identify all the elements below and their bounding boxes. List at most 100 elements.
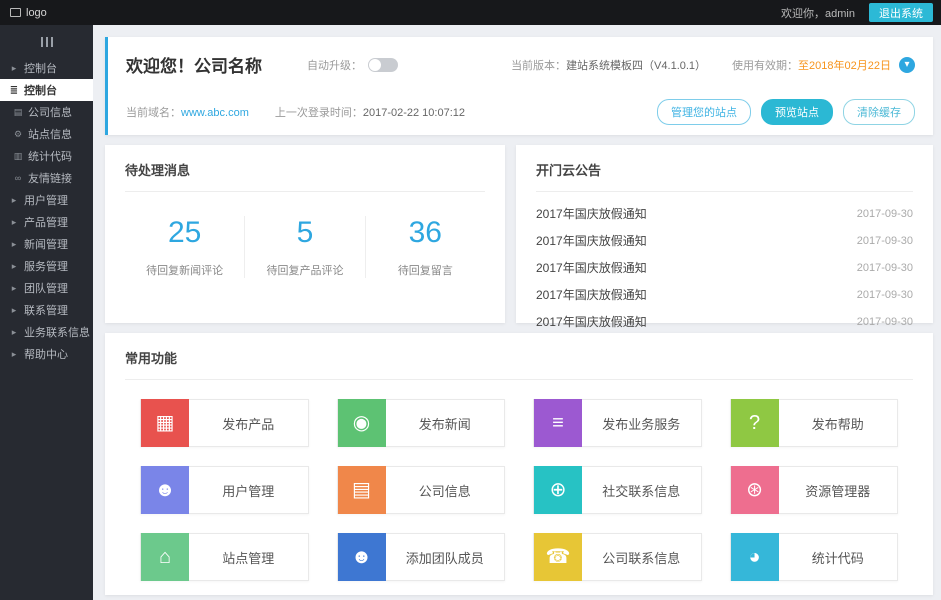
announcement-item[interactable]: 2017年国庆放假通知 2017-09-30 bbox=[536, 254, 913, 281]
announcement-item[interactable]: 2017年国庆放假通知 2017-09-30 bbox=[536, 308, 913, 335]
logo-text: logo bbox=[26, 6, 47, 19]
sidebar-item-label: 控制台 bbox=[24, 63, 57, 75]
tile-publish-help[interactable]: ? 发布帮助 bbox=[729, 399, 898, 447]
announcement-item[interactable]: 2017年国庆放假通知 2017-09-30 bbox=[536, 281, 913, 308]
sidebar-item-label: 产品管理 bbox=[24, 217, 68, 229]
tile-label: 资源管理器 bbox=[805, 483, 871, 499]
sidebar-item-team-management[interactable]: ▸ 团队管理 bbox=[0, 277, 93, 299]
tile-label: 发布帮助 bbox=[811, 416, 864, 432]
site-manage-icon: ⌂ bbox=[141, 533, 189, 581]
tile-social-contact[interactable]: ⊕ 社交联系信息 bbox=[533, 466, 702, 514]
sidebar-item-site-info[interactable]: ⚙ 站点信息 bbox=[0, 123, 93, 145]
validity-label: 使用有效期： bbox=[732, 59, 799, 72]
tile-label: 统计代码 bbox=[811, 550, 864, 566]
topbar: logo 欢迎你，admin 退出系统 bbox=[0, 0, 941, 25]
announcement-date: 2017-09-30 bbox=[856, 234, 913, 247]
announcement-item[interactable]: 2017年国庆放假通知 2017-09-30 bbox=[536, 227, 913, 254]
chevron-right-icon: ▸ bbox=[11, 304, 17, 315]
stat-news-comments: 25 待回复新闻评论 bbox=[125, 216, 244, 278]
sidebar-item-friend-links[interactable]: ∞ 友情链接 bbox=[0, 167, 93, 189]
chevron-right-icon: ▸ bbox=[11, 282, 17, 293]
tile-label: 公司联系信息 bbox=[602, 550, 681, 566]
globe-icon: ⊕ bbox=[534, 466, 582, 514]
domain-link[interactable]: www.abc.com bbox=[181, 107, 249, 119]
version-label: 当前版本： bbox=[511, 59, 567, 72]
sidebar-item-label: 联系管理 bbox=[24, 305, 68, 317]
pending-messages-card: 待处理消息 25 待回复新闻评论 5 待回复产品评论 36 待回复留言 bbox=[105, 145, 505, 323]
building-icon: ▤ bbox=[337, 466, 386, 514]
pending-stats: 25 待回复新闻评论 5 待回复产品评论 36 待回复留言 bbox=[125, 216, 485, 278]
announcement-text: 2017年国庆放假通知 bbox=[536, 207, 647, 221]
announcement-item[interactable]: 2017年国庆放假通知 2017-09-30 bbox=[536, 200, 913, 227]
tile-publish-news[interactable]: ◉ 发布新闻 bbox=[336, 399, 505, 447]
functions-grid: ▦ 发布产品 ◉ 发布新闻 ≡ 发布业务服务 ? 发布帮助 ☻ 用户管理 ▤ 公… bbox=[125, 399, 913, 581]
sidebar-item-label: 友情链接 bbox=[28, 173, 72, 185]
sidebar-item-help-center[interactable]: ▸ 帮助中心 bbox=[0, 343, 93, 365]
logo-icon bbox=[10, 8, 21, 17]
stat-product-comments: 5 待回复产品评论 bbox=[244, 216, 364, 278]
stat-value: 36 bbox=[408, 216, 442, 249]
clear-cache-button[interactable]: 清除缓存 bbox=[843, 99, 915, 125]
sidebar: ▸ 控制台 ≣ 控制台 ▤ 公司信息 ⚙ 站点信息 ▥ 统计代码 ∞ 友情链接 bbox=[0, 25, 93, 600]
tile-label: 公司信息 bbox=[418, 483, 471, 499]
sidebar-collapse-icon[interactable] bbox=[0, 31, 93, 53]
sidebar-item-service-management[interactable]: ▸ 服务管理 bbox=[0, 255, 93, 277]
chevron-right-icon: ▸ bbox=[11, 216, 17, 227]
announcement-date: 2017-09-30 bbox=[856, 288, 913, 301]
chevron-right-icon: ▸ bbox=[11, 348, 17, 359]
question-icon: ? bbox=[730, 399, 779, 447]
announcement-text: 2017年国庆放假通知 bbox=[536, 315, 647, 329]
welcome-card: 欢迎您！公司名称 自动升级： 当前版本：建站系统模板四（V4.1.0.1） 使用… bbox=[105, 37, 933, 135]
sidebar-item-stats-code[interactable]: ▥ 统计代码 bbox=[0, 145, 93, 167]
renew-download-icon[interactable]: ▾ bbox=[899, 56, 915, 73]
auto-upgrade-label: 自动升级： bbox=[307, 59, 362, 72]
sidebar-item-label: 新闻管理 bbox=[24, 239, 68, 251]
tile-company-contact[interactable]: ☎ 公司联系信息 bbox=[533, 533, 702, 581]
stat-label: 待回复留言 bbox=[397, 265, 453, 277]
sidebar-item-company-info[interactable]: ▤ 公司信息 bbox=[0, 101, 93, 123]
user-plus-icon: ☻ bbox=[337, 533, 386, 581]
sidebar-item-business-contact[interactable]: ▸ 业务联系信息 bbox=[0, 321, 93, 343]
console-icon: ≣ bbox=[9, 84, 19, 96]
toggle-knob bbox=[369, 58, 381, 71]
globe-gear-icon: ⊛ bbox=[730, 466, 779, 514]
domain-label: 当前域名： bbox=[126, 107, 181, 119]
tile-site-management[interactable]: ⌂ 站点管理 bbox=[140, 533, 309, 581]
sidebar-item-console-group[interactable]: ▸ 控制台 bbox=[0, 57, 93, 79]
tile-company-info[interactable]: ▤ 公司信息 bbox=[336, 466, 505, 514]
layers-icon: ≡ bbox=[534, 399, 582, 447]
page-title: 欢迎您！公司名称 bbox=[126, 57, 262, 76]
preview-site-button[interactable]: 预览站点 bbox=[761, 99, 833, 125]
main-content: 欢迎您！公司名称 自动升级： 当前版本：建站系统模板四（V4.1.0.1） 使用… bbox=[93, 25, 941, 600]
sidebar-item-label: 站点信息 bbox=[28, 129, 72, 141]
chevron-right-icon: ▸ bbox=[11, 238, 17, 249]
tile-statistics-code[interactable]: ◕ 统计代码 bbox=[729, 533, 898, 581]
sidebar-item-product-management[interactable]: ▸ 产品管理 bbox=[0, 211, 93, 233]
sidebar-item-console[interactable]: ≣ 控制台 bbox=[0, 79, 93, 101]
logout-button[interactable]: 退出系统 bbox=[869, 3, 933, 22]
auto-upgrade-toggle[interactable] bbox=[368, 57, 398, 72]
tile-publish-product[interactable]: ▦ 发布产品 bbox=[140, 399, 309, 447]
tile-resource-manager[interactable]: ⊛ 资源管理器 bbox=[729, 466, 898, 514]
tile-label: 发布产品 bbox=[222, 416, 275, 432]
sidebar-item-label: 团队管理 bbox=[24, 283, 68, 295]
sidebar-item-label: 帮助中心 bbox=[24, 349, 68, 361]
tile-label: 发布业务服务 bbox=[602, 416, 681, 432]
stat-label: 待回复新闻评论 bbox=[146, 265, 224, 277]
sidebar-item-news-management[interactable]: ▸ 新闻管理 bbox=[0, 233, 93, 255]
manage-site-button[interactable]: 管理您的站点 bbox=[657, 99, 751, 125]
chevron-right-icon: ▸ bbox=[11, 62, 17, 73]
quick-functions-title: 常用功能 bbox=[125, 348, 913, 380]
chevron-right-icon: ▸ bbox=[11, 326, 17, 337]
tile-add-team-member[interactable]: ☻ 添加团队成员 bbox=[336, 533, 505, 581]
user-gear-icon: ☻ bbox=[141, 466, 189, 514]
tile-publish-service[interactable]: ≡ 发布业务服务 bbox=[533, 399, 702, 447]
sidebar-item-contact-management[interactable]: ▸ 联系管理 bbox=[0, 299, 93, 321]
tile-label: 用户管理 bbox=[222, 483, 275, 499]
tile-user-management[interactable]: ☻ 用户管理 bbox=[140, 466, 309, 514]
link-icon: ∞ bbox=[14, 173, 22, 183]
last-login-value: 2017-02-22 10:07:12 bbox=[362, 107, 466, 119]
sidebar-item-user-management[interactable]: ▸ 用户管理 bbox=[0, 189, 93, 211]
news-globe-icon: ◉ bbox=[337, 399, 386, 447]
gear-icon: ⚙ bbox=[13, 128, 23, 139]
